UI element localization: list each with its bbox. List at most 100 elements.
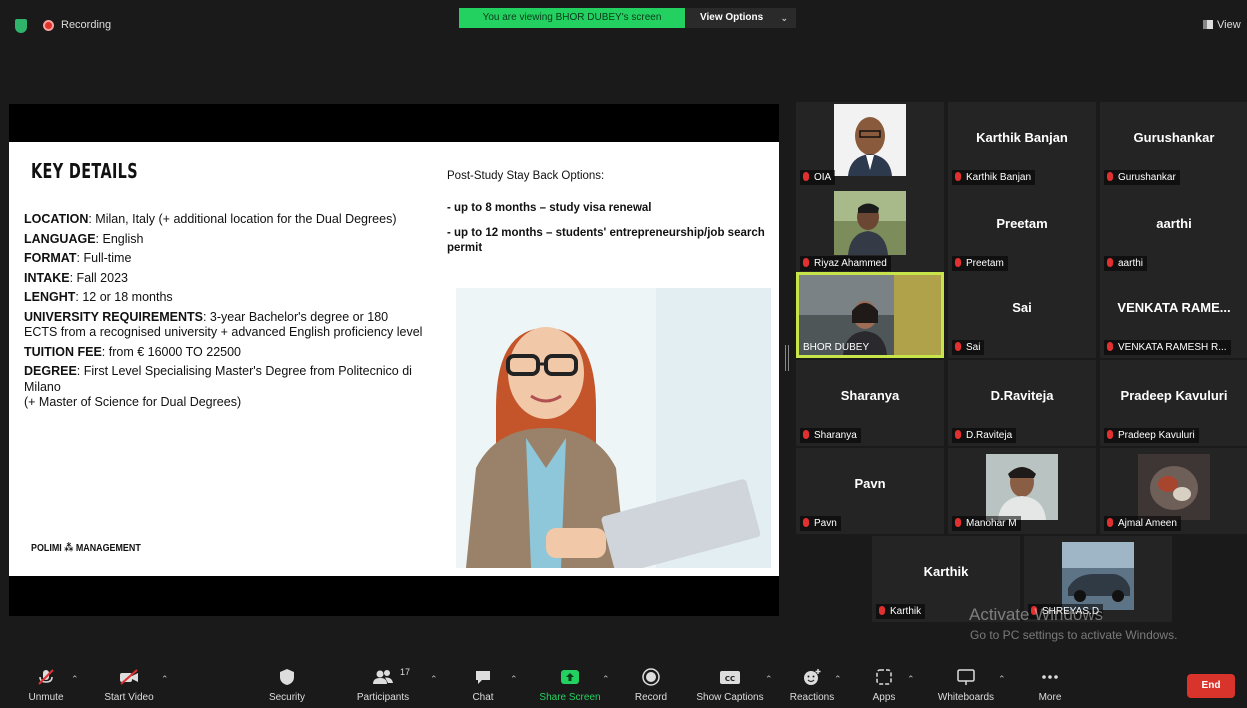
view-label: View [1217,19,1241,31]
smiley-icon [804,669,821,685]
chevron-up-icon[interactable]: ⌃ [71,674,79,685]
mic-muted-icon [1107,430,1113,439]
participant-name: Pavn [800,516,841,531]
participant-display-name: Karthik [923,564,969,579]
participant-tile[interactable]: Preetam Preetam [948,188,1096,274]
shield-icon [280,669,294,685]
panel-resize-handle[interactable] [785,345,789,371]
participant-name: BHOR DUBEY [803,342,870,353]
unmute-button[interactable]: Unmute [20,660,72,703]
view-options-button[interactable]: View Options ⌄ [686,8,796,28]
mic-muted-icon [1107,342,1113,351]
mic-muted-icon [1107,518,1113,527]
shared-screen-slide[interactable]: KEY DETAILS LOCATION: Milan, Italy (+ ad… [9,142,779,576]
layout-icon [1203,20,1213,29]
reactions-button[interactable]: Reactions [786,660,838,703]
post-study-options: Post-Study Stay Back Options: - up to 8 … [447,169,777,266]
captions-icon: CC [720,671,740,684]
mic-muted-icon [1107,172,1113,181]
participants-count: 17 [400,667,411,677]
participant-name: Riyaz Ahammed [800,256,891,271]
participant-tile[interactable]: Manohar M [948,448,1096,534]
mic-muted-icon [955,258,961,267]
participant-tile[interactable]: Riyaz Ahammed [796,188,944,274]
participant-tile[interactable]: OIA [796,102,944,188]
participant-tile[interactable]: Ajmal Ameen [1100,448,1247,534]
participant-display-name: Gurushankar [1133,130,1215,145]
detail-requirements: UNIVERSITY REQUIREMENTS: 3-year Bachelor… [24,309,423,340]
chevron-up-icon[interactable]: ⌃ [161,674,169,685]
mic-muted-icon [1107,258,1113,267]
post-study-item: - up to 8 months – study visa renewal [447,202,652,214]
participant-name: VENKATA RAMESH R... [1104,340,1231,355]
mic-muted-icon [803,258,809,267]
detail-location: LOCATION: Milan, Italy (+ additional loc… [24,212,397,226]
chevron-up-icon[interactable]: ⌃ [834,674,842,685]
participant-video [1138,454,1210,520]
chevron-up-icon[interactable]: ⌃ [765,674,773,685]
participant-video [834,104,906,176]
participant-tile[interactable]: Pradeep Kavuluri Pradeep Kavuluri [1100,360,1247,446]
shared-screen-letterbox-top [9,104,779,142]
mic-muted-icon [955,430,961,439]
windows-activation-hint: Go to PC settings to activate Windows. [970,628,1178,642]
chevron-up-icon[interactable]: ⌃ [998,674,1006,685]
participant-display-name: VENKATA RAME... [1117,300,1231,315]
chat-button[interactable]: Chat [463,660,503,703]
participant-display-name: Karthik Banjan [976,130,1068,145]
participant-tile[interactable]: VENKATA RAME... VENKATA RAMESH R... [1100,272,1247,358]
more-button[interactable]: More [1030,660,1070,703]
security-button[interactable]: Security [262,660,312,703]
chevron-up-icon[interactable]: ⌃ [602,674,610,685]
key-details-list: LOCATION: Milan, Italy (+ additional loc… [24,212,424,411]
start-video-button[interactable]: Start Video [96,660,162,703]
detail-degree-note: (+ Master of Science for Dual Degrees) [24,395,242,409]
participant-display-name: Pavn [854,476,886,491]
post-study-title: Post-Study Stay Back Options: [447,170,605,182]
participant-tile[interactable]: D.Raviteja D.Raviteja [948,360,1096,446]
detail-intake: INTAKE: Fall 2023 [24,270,128,285]
chevron-up-icon[interactable]: ⌃ [430,674,438,685]
participant-video [1062,542,1134,610]
participant-name: Sai [952,340,985,355]
record-button[interactable]: Record [628,660,674,703]
participant-display-name: Sai [1012,300,1032,315]
participant-tile[interactable]: Pavn Pavn [796,448,944,534]
participant-name: Preetam [952,256,1008,271]
share-screen-button[interactable]: Share Screen [535,660,605,703]
detail-length: LENGHT: 12 or 18 months [24,290,173,304]
participant-tile[interactable]: Gurushankar Gurushankar [1100,102,1247,188]
chevron-up-icon[interactable]: ⌃ [510,674,518,685]
student-stock-photo [456,288,771,568]
apps-button[interactable]: Apps [862,660,906,703]
chevron-up-icon[interactable]: ⌃ [907,674,915,685]
participant-tile[interactable]: aarthi aarthi [1100,188,1247,274]
mic-muted-icon [879,606,885,615]
chevron-down-icon: ⌄ [780,13,788,23]
participant-display-name: Preetam [996,216,1048,231]
recording-icon [43,20,54,31]
detail-language: LANGUAGE: English [24,231,144,246]
meeting-toolbar: Unmute ⌃ Start Video ⌃ Security Particip… [0,660,1247,708]
show-captions-button[interactable]: CC Show Captions [690,660,770,703]
participant-display-name: Sharanya [840,388,900,403]
slide-title: KEY DETAILS [31,159,138,183]
participant-name: Manohar M [952,516,1021,531]
participant-tile-active-speaker[interactable]: BHOR DUBEY [796,272,944,358]
view-button[interactable]: View [1203,19,1241,31]
detail-format: FORMAT: Full-time [24,251,132,265]
participant-video [986,454,1058,520]
whiteboards-button[interactable]: Whiteboards [930,660,1002,703]
participant-name: Pradeep Kavuluri [1104,428,1199,443]
participant-tile[interactable]: Sai Sai [948,272,1096,358]
participant-name: Karthik Banjan [952,170,1036,185]
participant-name: Karthik [876,604,926,619]
encryption-shield-icon[interactable] [15,19,27,33]
participant-display-name: Pradeep Kavuluri [1120,388,1228,403]
end-meeting-button[interactable]: End [1187,674,1235,698]
mic-muted-icon [803,172,809,181]
mic-muted-icon [955,518,961,527]
participant-name: aarthi [1104,256,1148,271]
participant-tile[interactable]: Sharanya Sharanya [796,360,944,446]
participant-tile[interactable]: Karthik Banjan Karthik Banjan [948,102,1096,188]
